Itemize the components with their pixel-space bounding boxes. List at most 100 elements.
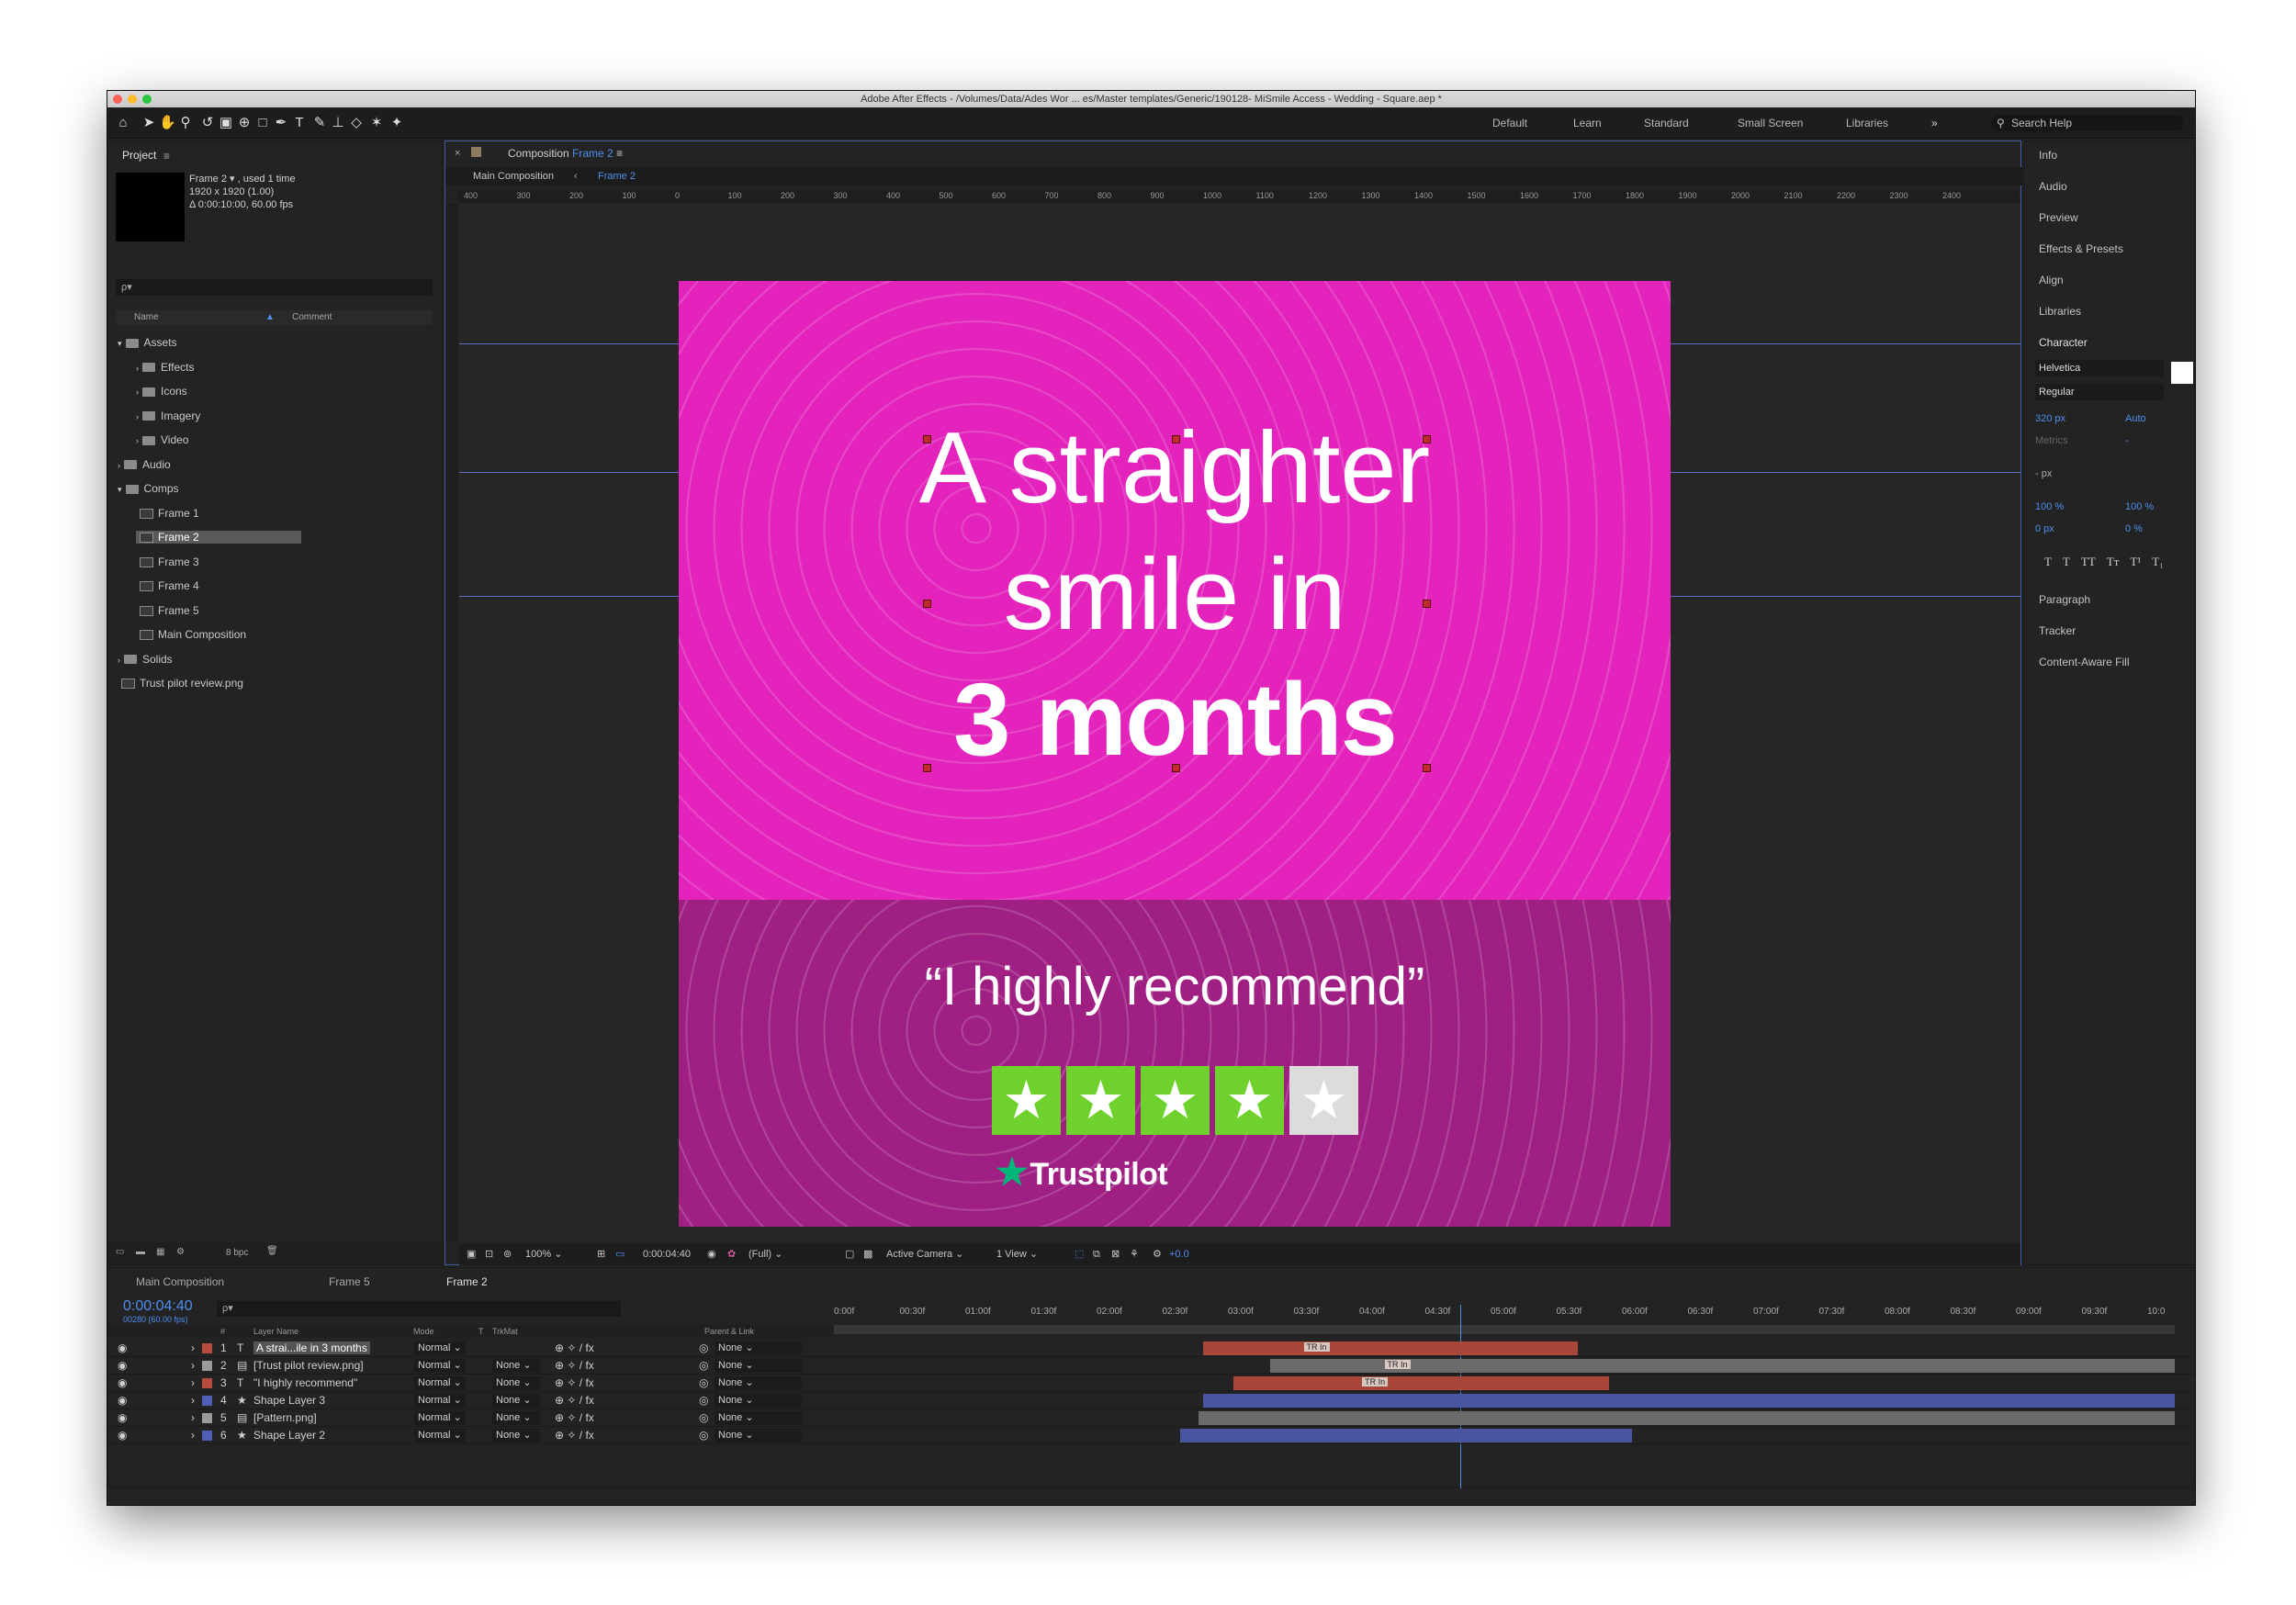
label-color-swatch[interactable] bbox=[202, 1343, 212, 1353]
parent-dropdown[interactable]: None ⌄ bbox=[715, 1394, 802, 1408]
chevron-right-icon[interactable]: › bbox=[118, 461, 120, 470]
libraries-panel-tab[interactable]: Libraries bbox=[2039, 305, 2081, 318]
work-area-bar[interactable] bbox=[834, 1325, 2175, 1334]
leading-field[interactable]: Auto bbox=[2125, 413, 2146, 424]
blend-mode-dropdown[interactable]: Normal ⌄ bbox=[414, 1376, 466, 1390]
fill-color-swatch[interactable] bbox=[2171, 362, 2193, 384]
layer-duration-bar[interactable]: TR In bbox=[1233, 1376, 1609, 1390]
timeline-icon[interactable]: ⊠ bbox=[1111, 1243, 1120, 1265]
faux-style-button[interactable]: Tт bbox=[2107, 555, 2120, 569]
rotate-tool-icon[interactable]: ↺ bbox=[199, 115, 216, 131]
search-help-field[interactable]: ⚲ Search Help bbox=[1991, 115, 2184, 131]
workspace-default[interactable]: Default bbox=[1492, 117, 1527, 129]
project-search-input[interactable]: ρ▾ bbox=[116, 279, 433, 296]
fit-icon[interactable]: ⊞ bbox=[597, 1243, 605, 1265]
label-color-swatch[interactable] bbox=[202, 1378, 212, 1388]
workspace-small-screen[interactable]: Small Screen bbox=[1738, 117, 1803, 129]
timeline-tab-main[interactable]: Main Composition bbox=[136, 1275, 224, 1288]
fast-preview-icon[interactable]: ⧉ bbox=[1093, 1243, 1100, 1265]
close-window-button[interactable] bbox=[113, 95, 122, 104]
views-dropdown[interactable]: 1 View ⌄ bbox=[996, 1243, 1061, 1265]
expand-chevron-icon[interactable]: › bbox=[191, 1376, 195, 1389]
blend-mode-dropdown[interactable]: Normal ⌄ bbox=[414, 1411, 466, 1425]
transform-handle[interactable] bbox=[923, 435, 931, 443]
zoom-dropdown[interactable]: 100% ⌄ bbox=[525, 1243, 590, 1265]
tsume-field[interactable]: 0 % bbox=[2125, 523, 2143, 534]
blend-mode-dropdown[interactable]: Normal ⌄ bbox=[414, 1394, 466, 1408]
layer-duration-bar[interactable]: TR In bbox=[1269, 1359, 2175, 1373]
resolution-dropdown[interactable]: (Full) ⌄ bbox=[748, 1243, 827, 1265]
breadcrumb-main[interactable]: Main Composition bbox=[473, 167, 554, 185]
project-item-comps[interactable]: ▾ Comps bbox=[118, 482, 179, 495]
composition-canvas[interactable]: A straighter smile in 3 months “I highly… bbox=[679, 281, 1671, 1227]
type-tool-icon[interactable]: T bbox=[291, 115, 308, 131]
label-color-swatch[interactable] bbox=[202, 1431, 212, 1441]
layer-row[interactable]: ◉ › 6 ★ Shape Layer 2 Normal ⌄ None ⌄ ⊕ ✧ / fx ◎… bbox=[108, 1427, 2195, 1444]
effects-presets-panel-tab[interactable]: Effects & Presets bbox=[2039, 242, 2123, 255]
visibility-eye-icon[interactable]: ◉ bbox=[118, 1394, 127, 1407]
layer-name[interactable]: Shape Layer 3 bbox=[253, 1394, 325, 1407]
layer-marker[interactable]: TR In bbox=[1303, 1342, 1330, 1352]
headline-line-2[interactable]: smile in bbox=[679, 544, 1671, 646]
comp-panel-tab[interactable]: Composition Frame 2 ≡ bbox=[508, 147, 623, 160]
brush-tool-icon[interactable]: ✎ bbox=[311, 115, 328, 131]
layer-marker[interactable]: TR In bbox=[1362, 1377, 1389, 1386]
always-preview-icon[interactable]: ▣ bbox=[467, 1243, 476, 1265]
chevron-right-icon[interactable]: › bbox=[136, 412, 139, 421]
switches-icon[interactable]: ⊕ ✧ / fx bbox=[555, 1394, 594, 1407]
transform-handle[interactable] bbox=[923, 600, 931, 608]
current-time[interactable]: 0:00:04:40 bbox=[643, 1243, 691, 1265]
faux-style-button[interactable]: T bbox=[2063, 555, 2070, 569]
pickwhip-icon[interactable]: ◎ bbox=[699, 1341, 708, 1354]
visibility-eye-icon[interactable]: ◉ bbox=[118, 1376, 127, 1389]
parent-dropdown[interactable]: None ⌄ bbox=[715, 1376, 802, 1390]
layer-marker[interactable]: TR In bbox=[1384, 1360, 1411, 1369]
exposure-icon[interactable]: ⚙ bbox=[1153, 1243, 1162, 1265]
track-matte-dropdown[interactable]: None ⌄ bbox=[492, 1376, 540, 1390]
stroke-width-field[interactable]: - px bbox=[2035, 468, 2052, 479]
quote-text[interactable]: “I highly recommend” bbox=[679, 956, 1671, 1017]
parent-dropdown[interactable]: None ⌄ bbox=[715, 1429, 802, 1442]
layer-row[interactable]: ◉ › 2 ▤ [Trust pilot review.png] Normal ⌄ None… bbox=[108, 1357, 2195, 1375]
paragraph-panel-tab[interactable]: Paragraph bbox=[2039, 593, 2090, 606]
tracker-panel-tab[interactable]: Tracker bbox=[2039, 624, 2076, 637]
name-column-header[interactable]: Name bbox=[134, 310, 159, 325]
project-item-frame-2[interactable]: Frame 2 bbox=[136, 531, 301, 544]
new-folder-icon[interactable]: ▬ bbox=[136, 1247, 145, 1257]
layer-row[interactable]: ◉ › 3 T "I highly recommend" Normal ⌄ None ⌄ ⊕ … bbox=[108, 1375, 2195, 1392]
chevron-right-icon[interactable]: › bbox=[136, 436, 139, 445]
trash-icon[interactable]: 🗑 bbox=[266, 1246, 278, 1256]
transform-handle[interactable] bbox=[1423, 764, 1431, 772]
sort-icon[interactable]: ▲ bbox=[265, 310, 275, 325]
roto-brush-tool-icon[interactable]: ✶ bbox=[368, 115, 385, 131]
project-item-solids[interactable]: › Solids bbox=[118, 653, 173, 666]
expand-chevron-icon[interactable]: › bbox=[191, 1394, 195, 1407]
vertical-ruler[interactable] bbox=[445, 204, 458, 1241]
font-style-dropdown[interactable]: Regular bbox=[2035, 384, 2164, 400]
layer-duration-bar[interactable] bbox=[1179, 1429, 1632, 1442]
selection-tool-icon[interactable]: ➤ bbox=[141, 115, 157, 131]
horizontal-scale-field[interactable]: 100 % bbox=[2125, 501, 2154, 512]
pickwhip-icon[interactable]: ◎ bbox=[699, 1359, 708, 1372]
project-item-audio[interactable]: › Audio bbox=[118, 458, 171, 471]
layer-name[interactable]: [Trust pilot review.png] bbox=[253, 1359, 364, 1372]
chevron-down-icon[interactable]: ▾ bbox=[118, 339, 122, 348]
kerning-field[interactable]: Metrics bbox=[2035, 435, 2067, 446]
pickwhip-icon[interactable]: ◎ bbox=[699, 1376, 708, 1389]
layer-row[interactable]: ◉ › 5 ▤ [Pattern.png] Normal ⌄ None ⌄ ⊕ ✧ / fx ◎… bbox=[108, 1409, 2195, 1427]
clone-stamp-tool-icon[interactable]: ⊥ bbox=[330, 115, 346, 131]
parent-dropdown[interactable]: None ⌄ bbox=[715, 1411, 802, 1425]
transparency-grid-icon[interactable]: ▩ bbox=[863, 1243, 872, 1265]
label-color-swatch[interactable] bbox=[202, 1396, 212, 1406]
tracking-field[interactable]: - bbox=[2125, 435, 2129, 446]
blend-mode-dropdown[interactable]: Normal ⌄ bbox=[414, 1341, 466, 1355]
transform-handle[interactable] bbox=[1172, 435, 1180, 443]
selected-item-name[interactable]: Frame 2 ▾ , used 1 time bbox=[189, 173, 296, 185]
project-item-trust-pilot-review-png[interactable]: Trust pilot review.png bbox=[118, 677, 243, 690]
comment-column-header[interactable]: Comment bbox=[292, 310, 332, 325]
visibility-eye-icon[interactable]: ◉ bbox=[118, 1359, 127, 1372]
timeline-tab-frame2[interactable]: Frame 2 bbox=[446, 1275, 488, 1288]
more-workspaces-icon[interactable]: » bbox=[1931, 117, 1938, 129]
layer-duration-bar[interactable] bbox=[1202, 1394, 2175, 1408]
panel-menu-icon[interactable]: ≡ bbox=[163, 150, 170, 163]
